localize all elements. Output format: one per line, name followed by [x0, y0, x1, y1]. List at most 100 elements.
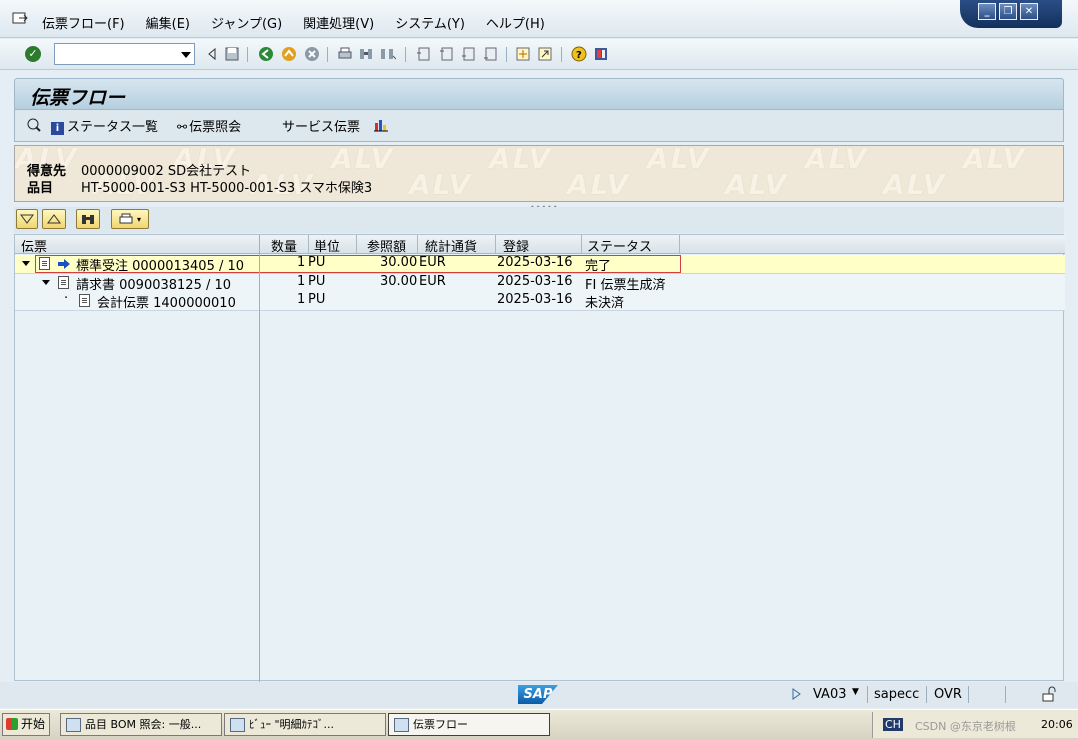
command-field[interactable] — [54, 43, 195, 65]
menu-goto[interactable]: ジャンプ(G) — [211, 13, 282, 32]
command-dropdown-icon[interactable] — [181, 52, 191, 58]
back-icon[interactable] — [258, 46, 274, 62]
page-title: 伝票フロー — [30, 87, 126, 109]
display-doc-icon[interactable] — [26, 117, 42, 133]
collapse-all-button[interactable] — [42, 209, 66, 229]
system-tray: CH CSDN @东京老树根 20:06 — [872, 712, 1078, 738]
col-header-unit[interactable]: 単位 — [314, 236, 340, 255]
menu-window-icon[interactable] — [12, 12, 28, 26]
collapse-icon — [47, 214, 61, 224]
table-row[interactable]: 標準受注 0000013405 / 10 1 PU 30.00 EUR 2025… — [15, 255, 1065, 274]
status-overview-button[interactable]: i ステータス一覧 — [51, 116, 158, 135]
col-header-qty[interactable]: 数量 — [271, 236, 297, 255]
chart-icon[interactable] — [373, 117, 389, 133]
doc-display-label: 伝票照会 — [189, 120, 242, 135]
material-value: HT-5000-001-S3 HT-5000-001-S3 スマホ保険3 — [81, 181, 373, 196]
service-doc-button[interactable]: サービス伝票 — [282, 116, 360, 135]
ime-indicator[interactable]: CH — [883, 718, 903, 731]
help-icon[interactable]: ? — [571, 46, 587, 62]
qty-cell: 1 — [297, 292, 306, 307]
menu-edit[interactable]: 編集(E) — [146, 13, 190, 32]
tree-column-divider[interactable] — [259, 235, 260, 682]
document-icon — [58, 276, 69, 289]
transaction-code: VA03 — [813, 687, 847, 702]
insert-mode[interactable]: OVR — [934, 687, 962, 702]
sap-logo: SAP — [518, 685, 558, 704]
new-session-icon[interactable] — [515, 46, 531, 62]
alv-toolbar: ▾ — [14, 207, 1064, 233]
col-header-status[interactable]: ステータス — [587, 236, 652, 255]
print-dropdown-icon: ▾ — [136, 214, 141, 224]
glasses-icon: ⚯ — [177, 120, 188, 134]
alv-print-button[interactable]: ▾ — [111, 209, 149, 229]
find-next-icon[interactable] — [380, 46, 396, 62]
table-row[interactable]: · 会計伝票 1400000010 1 PU 2025-03-16 未決済 — [15, 291, 1065, 311]
doc-cell[interactable]: 会計伝票 1400000010 — [97, 292, 236, 311]
os-taskbar: 开始 品目 BOM 照会: 一般... ﾋﾞｭｰ "明細ｶﾃｺﾞ... 伝票フロ… — [0, 709, 1078, 739]
exit-icon[interactable] — [281, 46, 297, 62]
task-view[interactable]: ﾋﾞｭｰ "明細ｶﾃｺﾞ... — [224, 713, 386, 736]
printer-icon — [119, 213, 133, 224]
minimize-button[interactable]: _ — [978, 3, 996, 20]
doc-display-button[interactable]: ⚯ 伝票照会 — [177, 116, 241, 135]
application-toolbar: i ステータス一覧 ⚯ 伝票照会 サービス伝票 — [14, 110, 1064, 142]
alv-find-button[interactable] — [76, 209, 100, 229]
material-label: 品目 — [27, 181, 54, 196]
prev-page-icon[interactable] — [438, 46, 454, 62]
menu-system[interactable]: システム(Y) — [395, 13, 465, 32]
first-page-icon[interactable] — [415, 46, 431, 62]
toolbar-separator — [405, 47, 406, 62]
print-icon[interactable] — [337, 46, 353, 62]
menu-bar: 伝票フロー(F) 編集(E) ジャンプ(G) 関連処理(V) システム(Y) ヘ… — [0, 0, 1078, 38]
layout-menu-icon[interactable] — [593, 46, 609, 62]
status-cell: 未決済 — [585, 296, 625, 311]
col-header-date[interactable]: 登録 — [503, 236, 529, 255]
col-header-amount[interactable]: 参照額 — [367, 236, 406, 255]
enter-check-icon[interactable]: ✓ — [25, 46, 41, 62]
status-overview-label: ステータス一覧 — [67, 120, 159, 135]
next-page-icon[interactable] — [460, 46, 476, 62]
doc-cell[interactable]: 請求書 0090038125 / 10 — [76, 274, 231, 293]
status-bar: SAP VA03 ▼ sapecc OVR — [0, 682, 1078, 708]
menu-help[interactable]: ヘルプ(H) — [486, 13, 545, 32]
find-icon[interactable] — [358, 46, 374, 62]
leaf-node-bullet: · — [64, 291, 69, 306]
system-toolbar: ✓ ? — [0, 39, 1078, 70]
collapse-node-icon[interactable] — [42, 280, 50, 285]
last-page-icon[interactable] — [482, 46, 498, 62]
server-name: sapecc — [874, 687, 920, 702]
expand-all-button[interactable] — [16, 209, 38, 229]
toolbar-separator — [247, 47, 248, 62]
col-header-doc[interactable]: 伝票 — [21, 236, 47, 255]
back-arrow-icon[interactable] — [204, 46, 220, 62]
menu-related[interactable]: 関連処理(V) — [303, 13, 374, 32]
close-button[interactable]: ✕ — [1020, 3, 1038, 20]
cancel-icon[interactable] — [304, 46, 320, 62]
clock: 20:06 — [1041, 718, 1073, 731]
task-docflow[interactable]: 伝票フロー — [388, 713, 550, 736]
status-expand-icon[interactable] — [791, 688, 801, 700]
restore-button[interactable]: ❐ — [999, 3, 1017, 20]
screen-title-bar: 伝票フロー — [14, 78, 1064, 110]
status-cell: FI 伝票生成済 — [585, 278, 666, 293]
expand-icon — [20, 214, 34, 224]
date-cell: 2025-03-16 — [497, 274, 573, 289]
selection-frame — [35, 255, 681, 273]
menu-docflow[interactable]: 伝票フロー(F) — [42, 13, 125, 32]
tray-watermark: CSDN @东京老树根 — [915, 720, 1016, 733]
start-button[interactable]: 开始 — [2, 713, 50, 736]
table-row[interactable]: 請求書 0090038125 / 10 1 PU 30.00 EUR 2025-… — [15, 274, 1065, 293]
collapse-node-icon[interactable] — [22, 261, 30, 266]
qty-cell: 1 — [297, 274, 306, 289]
amount-cell: 30.00 — [380, 274, 418, 289]
lock-icon[interactable] — [1041, 686, 1057, 702]
currency-cell: EUR — [419, 274, 446, 289]
shortcut-icon[interactable] — [537, 46, 553, 62]
binoculars-icon — [82, 215, 94, 224]
date-cell: 2025-03-16 — [497, 292, 573, 307]
task-bom[interactable]: 品目 BOM 照会: 一般... — [60, 713, 222, 736]
col-header-currency[interactable]: 統計通貨 — [425, 236, 477, 255]
system-dropdown-icon[interactable]: ▼ — [852, 687, 859, 697]
save-icon[interactable] — [224, 46, 240, 62]
window-controls: _ ❐ ✕ — [960, 0, 1062, 28]
